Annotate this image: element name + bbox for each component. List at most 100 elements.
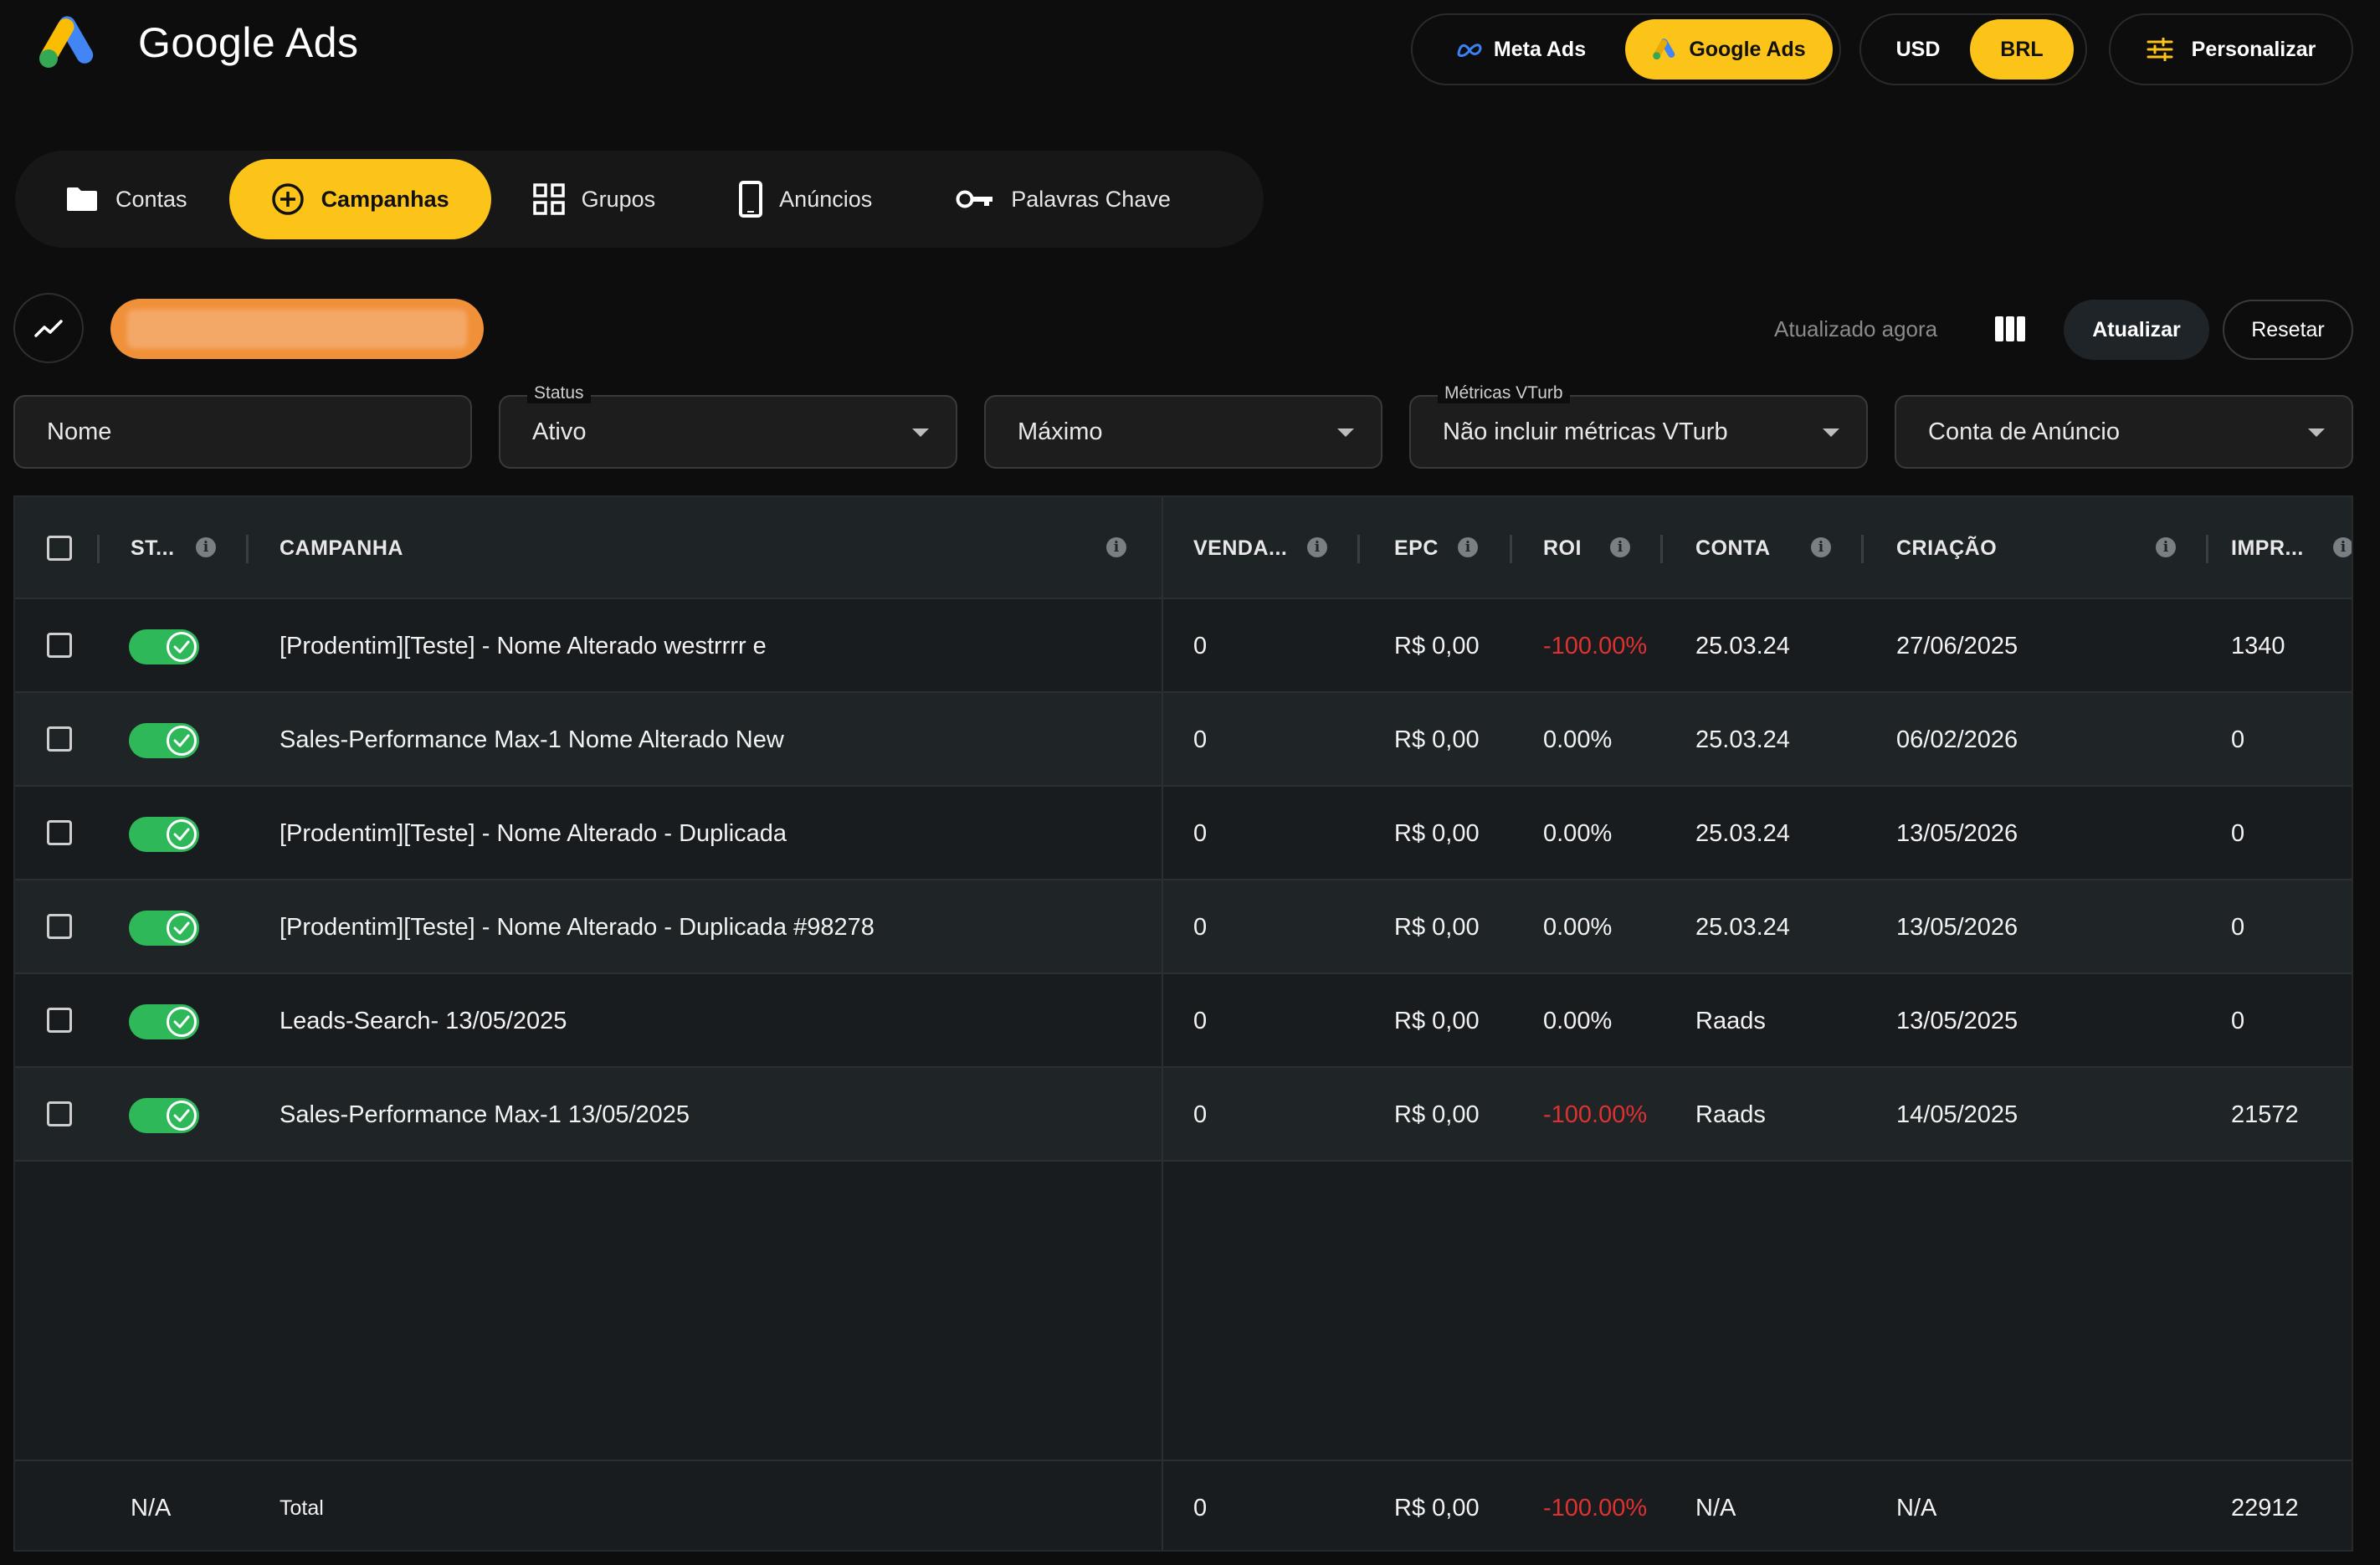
chevron-down-icon [912,428,929,437]
campaign-name[interactable]: Sales-Performance Max-1 Nome Alterado Ne… [280,693,784,787]
info-icon[interactable]: i [1811,537,1831,557]
status-toggle[interactable] [129,1098,199,1133]
usd-button[interactable]: USD [1866,19,1970,80]
reset-button[interactable]: Resetar [2223,300,2353,360]
info-icon[interactable]: i [2333,537,2352,557]
account-value: 25.03.24 [1695,819,1790,847]
sales-value: 0 [1193,913,1208,941]
info-icon[interactable]: i [1307,537,1327,557]
created-date: 13/05/2025 [1896,1007,2018,1034]
table-row[interactable]: Sales-Performance Max-1 13/05/2025 0 R$ 0,… [15,1068,2352,1162]
campaign-name[interactable]: Leads-Search- 13/05/2025 [280,974,567,1068]
status-toggle[interactable] [129,911,199,946]
status-toggle[interactable] [129,1004,199,1039]
epc-value: R$ 0,00 [1394,1101,1480,1128]
vturb-select-value: Não incluir métricas VTurb [1443,418,1728,445]
sales-value: 0 [1193,632,1208,659]
impressions-value: 1340 [2231,632,2285,659]
status-select[interactable]: Status Ativo [499,383,957,469]
info-icon[interactable]: i [1610,537,1630,557]
info-icon[interactable]: i [1106,537,1126,557]
table-row[interactable]: [Prodentim][Teste] - Nome Alterado westr… [15,599,2352,693]
col-impressoes[interactable]: IMPR... [2231,497,2304,599]
info-icon[interactable]: i [2156,537,2176,557]
tab-campanhas-label: Campanhas [321,186,449,212]
columns-icon[interactable] [1995,316,2025,341]
col-conta[interactable]: CONTA [1695,497,1771,599]
refresh-button[interactable]: Atualizar [2064,300,2209,360]
trend-chart-button[interactable] [13,293,84,363]
vturb-metrics-select[interactable]: Métricas VTurb Não incluir métricas VTur… [1409,383,1868,469]
personalizar-button[interactable]: Personalizar [2109,13,2353,85]
updated-status: Atualizado agora [1774,316,1938,341]
col-status[interactable]: ST... [131,497,175,599]
row-checkbox[interactable] [47,1101,72,1126]
status-toggle[interactable] [129,723,199,758]
name-search-input[interactable] [13,395,472,469]
roi-value: 0.00% [1543,913,1613,941]
active-filter-chip[interactable] [110,299,484,359]
tab-anuncios[interactable]: Anúncios [697,159,914,239]
select-all-checkbox[interactable] [47,536,72,561]
row-checkbox[interactable] [47,633,72,658]
campaign-name[interactable]: Sales-Performance Max-1 13/05/2025 [280,1068,690,1162]
roi-value: -100.00% [1543,1101,1648,1128]
check-icon [167,726,197,756]
info-icon[interactable]: i [196,537,216,557]
impressions-value: 21572 [2231,1101,2299,1128]
created-date: 13/05/2026 [1896,819,2018,847]
sales-value: 0 [1193,1101,1208,1128]
account-value: 25.03.24 [1695,726,1790,753]
brl-button[interactable]: BRL [1970,19,2074,80]
row-checkbox[interactable] [47,1008,72,1033]
footer-created: N/A [1896,1494,1937,1521]
roi-value: 0.00% [1543,1007,1613,1034]
status-select-value: Ativo [532,418,587,445]
table-row[interactable]: [Prodentim][Teste] - Nome Alterado - Dup… [15,880,2352,974]
table-footer-totals: N/A Total 0 R$ 0,00 -100.00% N/A N/A 229… [15,1460,2352,1550]
personalizar-label: Personalizar [2191,37,2316,61]
chevron-down-icon [1337,428,1354,437]
epc-value: R$ 0,00 [1394,819,1480,847]
app-title: Google Ads [138,19,359,66]
table-row[interactable]: [Prodentim][Teste] - Nome Alterado - Dup… [15,787,2352,880]
chevron-down-icon [1823,428,1839,437]
period-select[interactable]: Máximo [984,395,1382,469]
google-ads-button[interactable]: Google Ads [1625,19,1833,80]
ad-account-placeholder: Conta de Anúncio [1928,418,2120,445]
campaign-name[interactable]: [Prodentim][Teste] - Nome Alterado westr… [280,599,767,693]
footer-sales: 0 [1193,1494,1208,1521]
tab-grupos[interactable]: Grupos [491,159,698,239]
ad-account-select[interactable]: Conta de Anúncio [1895,395,2353,469]
row-checkbox[interactable] [47,726,72,752]
tab-contas-label: Contas [115,186,187,212]
tab-contas[interactable]: Contas [23,159,229,239]
table-row[interactable]: Sales-Performance Max-1 Nome Alterado Ne… [15,693,2352,787]
row-checkbox[interactable] [47,914,72,939]
campaign-name[interactable]: [Prodentim][Teste] - Nome Alterado - Dup… [280,787,787,880]
footer-account: N/A [1695,1494,1736,1521]
roi-value: -100.00% [1543,632,1648,659]
col-roi[interactable]: ROI [1543,497,1582,599]
table-row[interactable]: Leads-Search- 13/05/2025 0 R$ 0,00 0.00% Raa… [15,974,2352,1068]
campaigns-table: ST... i CAMPANHA i VENDA... i EPC i ROI … [13,495,2353,1552]
info-icon[interactable]: i [1458,537,1478,557]
folder-icon [67,187,97,211]
key-icon [956,190,993,208]
chevron-down-icon [2308,428,2325,437]
google-ads-label: Google Ads [1689,37,1806,61]
col-criacao[interactable]: CRIAÇÃO [1896,497,1997,599]
status-toggle[interactable] [129,817,199,852]
tab-palavras-chave[interactable]: Palavras Chave [914,159,1213,239]
col-vendas[interactable]: VENDA... [1193,497,1287,599]
col-campanha[interactable]: CAMPANHA [280,497,403,599]
status-toggle[interactable] [129,629,199,664]
col-epc[interactable]: EPC [1394,497,1439,599]
tab-campanhas[interactable]: Campanhas [228,159,491,239]
meta-ads-button[interactable]: Meta Ads [1418,19,1625,80]
campaign-name[interactable]: [Prodentim][Teste] - Nome Alterado - Dup… [280,880,875,974]
meta-icon [1457,44,1482,57]
row-checkbox[interactable] [47,820,72,845]
currency-switcher: USD BRL [1859,13,2087,85]
tab-palavras-chave-label: Palavras Chave [1011,186,1171,212]
